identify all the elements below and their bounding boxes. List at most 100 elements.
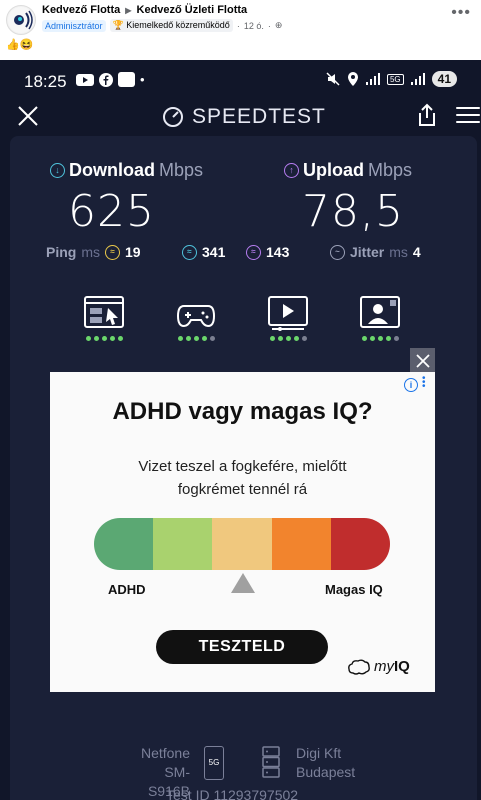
server-icon — [262, 746, 280, 778]
location-icon — [347, 72, 358, 86]
youtube-icon — [76, 73, 94, 86]
phone-network-badge: 5G — [208, 758, 220, 767]
close-icon[interactable] — [16, 104, 40, 128]
ad-subtext: Vizet teszel a fogkefére, mielőtt fogkré… — [50, 455, 435, 501]
facebook-icon — [99, 72, 113, 87]
ad-close-button[interactable] — [410, 348, 435, 373]
download-latency-icon: ≈ — [182, 244, 197, 260]
scale-segment — [271, 518, 331, 570]
ping-label: Ping — [46, 244, 77, 260]
gaming-rating — [178, 336, 215, 341]
post-title: Kedvező Flotta ▶ Kedvező Üzleti Flotta — [42, 4, 247, 16]
jitter-icon: ~ — [330, 244, 345, 260]
app-bar: SPEEDTEST — [0, 100, 481, 136]
notification-icons: • — [76, 72, 145, 87]
signal-icon — [410, 73, 425, 85]
streaming-rating — [270, 336, 307, 341]
browser-cursor-icon[interactable] — [84, 296, 124, 332]
ping-unit: ms — [81, 244, 101, 260]
jitter-unit: ms — [389, 244, 408, 260]
signal-icon — [365, 73, 380, 85]
upload-header: ↑ Upload Mbps — [284, 160, 412, 181]
upload-label: Upload — [303, 160, 364, 180]
logo-my: my — [374, 658, 394, 675]
ping-download-group: ≈ 341 — [182, 244, 225, 260]
video-player-icon[interactable] — [268, 296, 308, 332]
upload-value: 78,5 — [302, 186, 404, 237]
phone-5g-icon: 5G — [204, 746, 224, 780]
server-name: Digi Kft — [296, 745, 342, 761]
idle-latency-icon: ≈ — [105, 244, 121, 260]
scale-segment — [153, 518, 213, 570]
battery-level: 41 — [431, 71, 457, 87]
gamepad-icon[interactable] — [176, 296, 216, 332]
menu-icon[interactable] — [456, 107, 480, 128]
ad-headline: ADHD vagy magas IQ? — [112, 398, 373, 425]
admin-badge: Adminisztrátor — [42, 19, 106, 32]
separator-dot: · — [267, 20, 271, 31]
globe-icon: ⊕ — [274, 20, 283, 30]
web-rating — [86, 336, 123, 341]
server-city: Budapest — [296, 764, 356, 780]
contributor-badge-label: Kiemelkedő közreműködő — [126, 20, 230, 30]
status-time: 18:25 — [24, 72, 67, 91]
chevron-right-icon: ▶ — [125, 6, 132, 15]
upload-arrow-icon: ↑ — [284, 163, 299, 178]
isp-name: Netfone — [140, 745, 190, 761]
video-call-icon[interactable] — [360, 296, 400, 332]
status-right: 5G 41 — [326, 71, 457, 87]
app-title: SPEEDTEST — [162, 105, 326, 129]
contributor-badge: 🏆 Kiemelkedő közreműködő — [109, 19, 233, 32]
ad-cta-button[interactable]: TESZTELD — [156, 630, 328, 664]
jitter-label: Jitter — [350, 244, 385, 260]
scale-segment — [94, 518, 154, 570]
download-unit: Mbps — [159, 160, 204, 180]
brain-icon — [348, 659, 370, 675]
network-badge: 5G — [386, 73, 404, 85]
scale-segment — [330, 518, 390, 570]
more-options-icon[interactable]: ••• — [451, 4, 471, 22]
ad-subtext-line2: fogkrémet tennél rá — [177, 481, 308, 498]
ad-options-icon[interactable]: • • • — [422, 374, 427, 392]
post-meta: Adminisztrátor 🏆 Kiemelkedő közreműködő … — [42, 19, 282, 32]
page-name-link[interactable]: Kedvező Üzleti Flotta — [137, 4, 248, 16]
jitter-row: ~ Jitter ms 4 — [330, 244, 421, 260]
mute-icon — [326, 72, 340, 86]
notification-dot: • — [140, 72, 145, 87]
scale-right-label: Magas IQ — [325, 582, 383, 597]
test-id: Test ID 11293797502 — [166, 787, 299, 800]
news-app-icon — [118, 72, 135, 87]
post-header: Kedvező Flotta ▶ Kedvező Üzleti Flotta A… — [0, 0, 481, 60]
close-icon — [415, 353, 430, 368]
trophy-icon: 🏆 — [112, 20, 124, 30]
group-name-link[interactable]: Kedvező Flotta — [42, 4, 120, 16]
scale-segment — [212, 518, 272, 570]
share-icon[interactable] — [416, 103, 438, 127]
download-value: 625 — [68, 186, 155, 237]
download-header: ↓ Download Mbps — [50, 160, 203, 181]
upload-unit: Mbps — [368, 160, 413, 180]
app-title-text: SPEEDTEST — [192, 105, 326, 128]
ad-info-icon[interactable]: i — [404, 378, 418, 392]
ad-subtext-line1: Vizet teszel a fogkefére, mielőtt — [138, 458, 347, 475]
ad-banner[interactable]: i • • • ADHD vagy magas IQ? Vizet teszel a… — [50, 372, 435, 692]
server-info[interactable]: Digi Kft Budapest — [296, 744, 355, 782]
status-bar: 18:25 • 5G 41 — [0, 60, 481, 100]
group-avatar[interactable] — [6, 5, 36, 35]
post-time[interactable]: 12 ó. — [244, 21, 264, 31]
scale-left-label: ADHD — [108, 582, 146, 597]
ping-idle-value: 19 — [125, 244, 141, 260]
scale-pointer-icon — [231, 573, 255, 593]
post-reactions: 👍😆 — [6, 39, 34, 51]
ping-upload-group: ≈ 143 — [246, 244, 289, 260]
jitter-value: 4 — [412, 244, 421, 260]
results-card: ↓ Download Mbps 625 ↑ Upload Mbps 78,5 P… — [10, 136, 477, 800]
upload-latency-icon: ≈ — [246, 244, 261, 260]
download-label: Download — [69, 160, 155, 180]
separator-dot: · — [236, 20, 240, 31]
ping-download-value: 341 — [202, 244, 226, 260]
speedtest-screenshot: 18:25 • 5G 41 SPEEDTEST ↓ Download Mbps … — [0, 60, 481, 800]
speedometer-icon — [163, 107, 183, 127]
ping-row: Ping ms ≈ 19 — [46, 244, 141, 260]
logo-iq: IQ — [394, 658, 410, 675]
